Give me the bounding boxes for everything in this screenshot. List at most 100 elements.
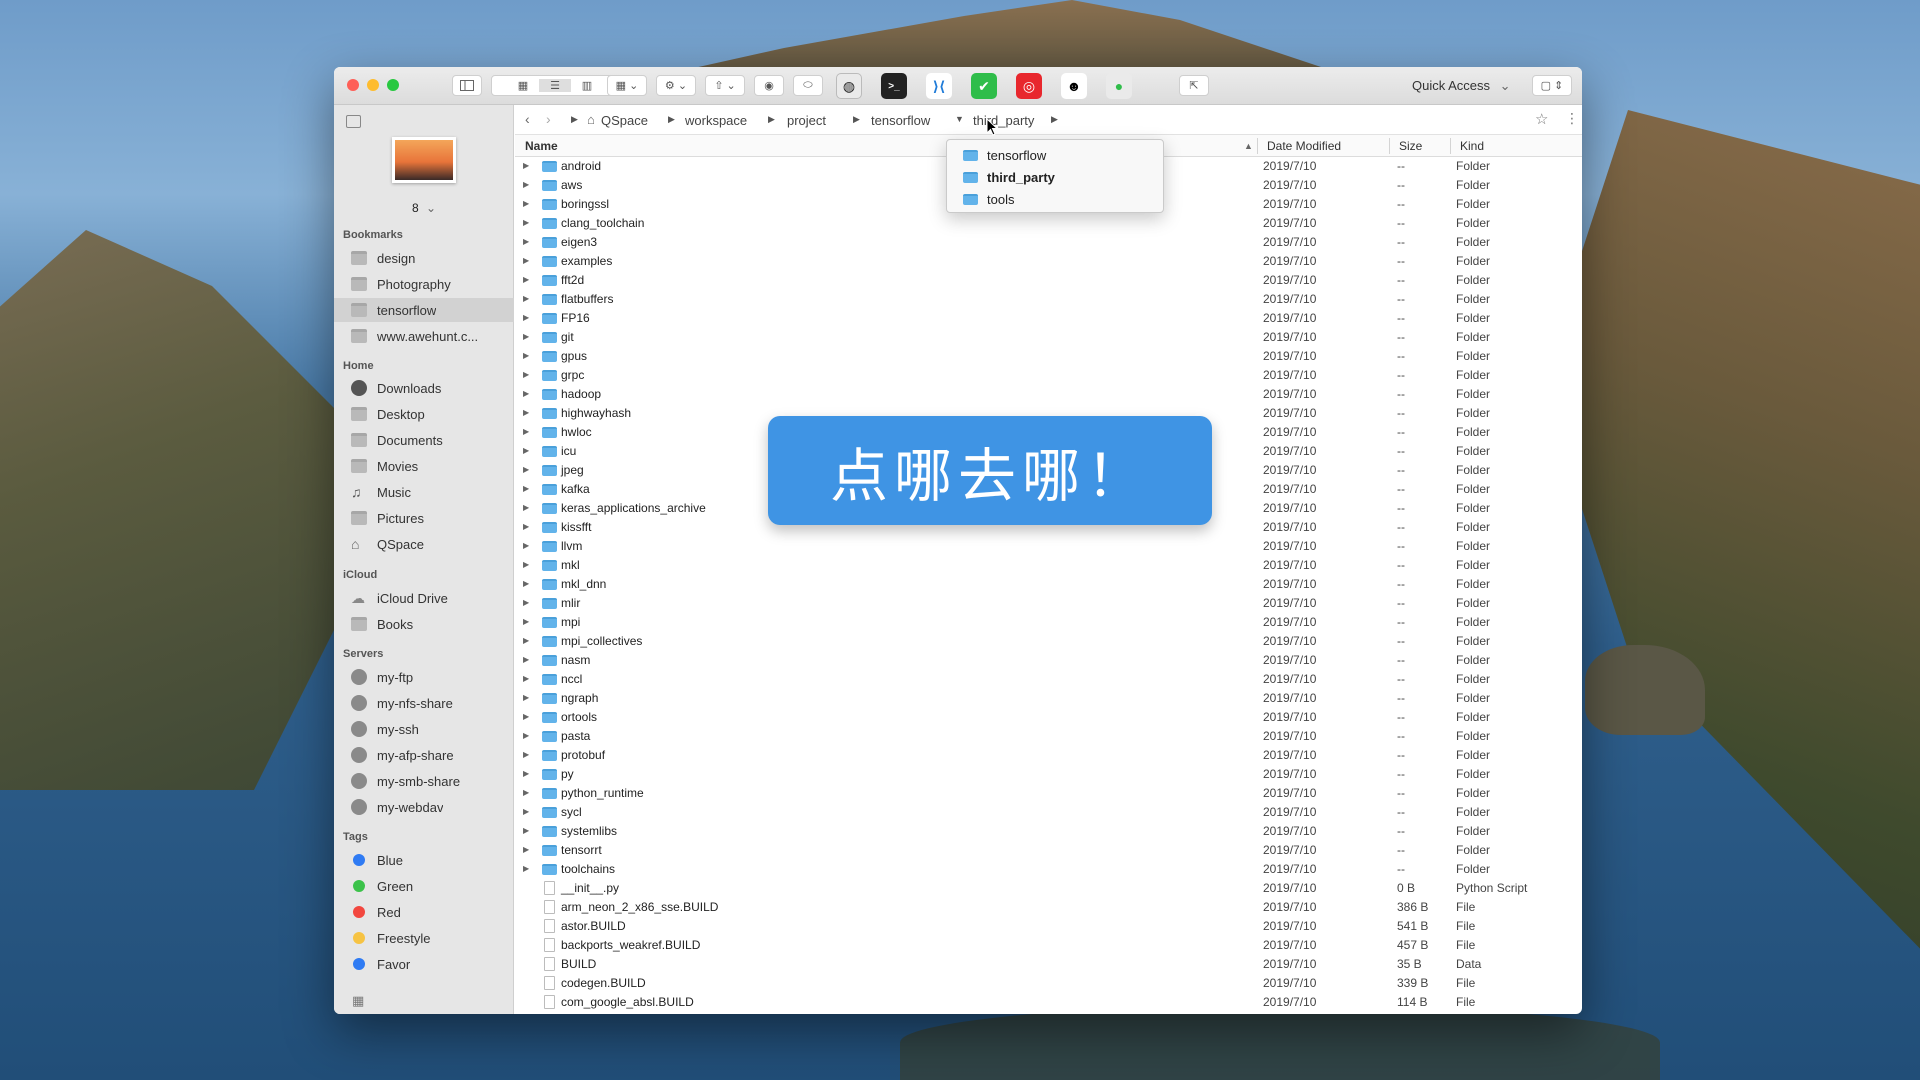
table-row[interactable]: ▶ mlir 2019/7/10 -- Folder — [515, 594, 1582, 613]
star-icon[interactable]: ☆ — [1535, 110, 1548, 128]
table-row[interactable]: ▶ git 2019/7/10 -- Folder — [515, 328, 1582, 347]
group-by-button[interactable]: ▦ ⌄ — [607, 75, 647, 96]
breadcrumb-qspace[interactable]: QSpace — [601, 113, 648, 128]
disclosure-triangle-icon[interactable]: ▶ — [523, 237, 529, 246]
table-row[interactable]: ▶ gpus 2019/7/10 -- Folder — [515, 347, 1582, 366]
disclosure-triangle-icon[interactable]: ▶ — [523, 199, 529, 208]
sidebar-item-tag-red[interactable]: Red — [334, 900, 514, 924]
disclosure-triangle-icon[interactable]: ▶ — [523, 560, 529, 569]
sidebar-item-desktop[interactable]: Desktop — [334, 402, 514, 426]
table-row[interactable]: codegen.BUILD 2019/7/10 339 B File — [515, 974, 1582, 993]
quick-access-menu[interactable]: Quick Access ⌄ — [1412, 78, 1511, 94]
disclosure-triangle-icon[interactable]: ▶ — [523, 484, 529, 493]
back-arrow-icon[interactable]: ‹ — [525, 111, 530, 127]
disclosure-triangle-icon[interactable]: ▶ — [523, 180, 529, 189]
checklist-app-icon[interactable]: ✔ — [971, 73, 997, 99]
path-dropdown-icon[interactable]: ▼ — [955, 114, 964, 124]
disclosure-triangle-icon[interactable]: ▶ — [523, 256, 529, 265]
disclosure-triangle-icon[interactable]: ▶ — [523, 427, 529, 436]
breadcrumb-third-party[interactable]: third_party — [973, 113, 1034, 128]
breadcrumb-workspace[interactable]: workspace — [685, 113, 747, 128]
sidebar-item-tensorflow[interactable]: tensorflow — [334, 298, 514, 322]
thumbnail-count[interactable]: 8 ⌄ — [412, 201, 436, 215]
disclosure-triangle-icon[interactable]: ▶ — [523, 465, 529, 474]
disclosure-triangle-icon[interactable]: ▶ — [523, 294, 529, 303]
sidebar-item-pictures[interactable]: Pictures — [334, 506, 514, 530]
close-window-button[interactable] — [347, 79, 359, 91]
sidebar-item-tag-favor[interactable]: Favor — [334, 952, 514, 976]
table-row[interactable]: astor.BUILD 2019/7/10 541 B File — [515, 917, 1582, 936]
share-button[interactable]: ⇧ ⌄ — [705, 75, 745, 96]
sidebar-item-tag-blue[interactable]: Blue — [334, 848, 514, 872]
terminal-app-icon[interactable]: >_ — [881, 73, 907, 99]
table-row[interactable]: ▶ ngraph 2019/7/10 -- Folder — [515, 689, 1582, 708]
disclosure-triangle-icon[interactable]: ▶ — [523, 769, 529, 778]
sidebar-item-movies[interactable]: Movies — [334, 454, 514, 478]
sidebar-item-documents[interactable]: Documents — [334, 428, 514, 452]
preview-pane-button[interactable]: ▢ ⇕ — [1532, 75, 1572, 96]
path-button[interactable]: ⇱ — [1179, 75, 1209, 96]
network-app-icon[interactable]: ◍ — [836, 73, 862, 99]
disclosure-triangle-icon[interactable]: ▶ — [523, 218, 529, 227]
disclosure-triangle-icon[interactable]: ▶ — [523, 522, 529, 531]
disclosure-triangle-icon[interactable]: ▶ — [523, 731, 529, 740]
sidebar-item-photography[interactable]: Photography — [334, 272, 514, 296]
table-row[interactable]: ▶ mkl 2019/7/10 -- Folder — [515, 556, 1582, 575]
sidebar-item-downloads[interactable]: Downloads — [334, 376, 514, 400]
table-row[interactable]: ▶ systemlibs 2019/7/10 -- Folder — [515, 822, 1582, 841]
table-row[interactable]: ▶ ortools 2019/7/10 -- Folder — [515, 708, 1582, 727]
table-row[interactable]: ▶ mpi 2019/7/10 -- Folder — [515, 613, 1582, 632]
disclosure-triangle-icon[interactable]: ▶ — [523, 750, 529, 759]
disclosure-triangle-icon[interactable]: ▶ — [523, 864, 529, 873]
disclosure-triangle-icon[interactable]: ▶ — [523, 503, 529, 512]
disclosure-triangle-icon[interactable]: ▶ — [523, 845, 529, 854]
column-header-kind[interactable]: Kind — [1460, 139, 1484, 153]
disclosure-triangle-icon[interactable]: ▶ — [523, 408, 529, 417]
forward-arrow-icon[interactable]: › — [546, 111, 551, 127]
column-header-size[interactable]: Size — [1399, 139, 1422, 153]
disclosure-triangle-icon[interactable]: ▶ — [523, 389, 529, 398]
dropdown-item-third-party[interactable]: third_party — [947, 166, 1163, 188]
table-row[interactable]: arm_neon_2_x86_sse.BUILD 2019/7/10 386 B Fi… — [515, 898, 1582, 917]
list-view-icon[interactable]: ☰ — [539, 79, 571, 92]
sidebar-item-qspace[interactable]: ⌂ QSpace — [334, 532, 514, 556]
sidebar-item-books[interactable]: Books — [334, 612, 514, 636]
breadcrumb-tensorflow[interactable]: tensorflow — [871, 113, 930, 128]
disclosure-triangle-icon[interactable]: ▶ — [523, 693, 529, 702]
table-row[interactable]: ▶ examples 2019/7/10 -- Folder — [515, 252, 1582, 271]
table-row[interactable]: ▶ grpc 2019/7/10 -- Folder — [515, 366, 1582, 385]
disclosure-triangle-icon[interactable]: ▶ — [523, 351, 529, 360]
table-row[interactable]: BUILD 2019/7/10 35 B Data — [515, 955, 1582, 974]
disclosure-triangle-icon[interactable]: ▶ — [523, 655, 529, 664]
table-row[interactable]: ▶ mpi_collectives 2019/7/10 -- Folder — [515, 632, 1582, 651]
table-row[interactable]: ▶ sycl 2019/7/10 -- Folder — [515, 803, 1582, 822]
table-row[interactable]: ▶ toolchains 2019/7/10 -- Folder — [515, 860, 1582, 879]
thumbnail-image[interactable] — [392, 137, 456, 183]
column-divider[interactable] — [1257, 138, 1258, 154]
dropdown-item-tensorflow[interactable]: tensorflow — [947, 144, 1163, 166]
disclosure-triangle-icon[interactable]: ▶ — [523, 674, 529, 683]
column-header-date[interactable]: Date Modified — [1267, 139, 1341, 153]
table-row[interactable]: __init__.py 2019/7/10 0 B Python Script — [515, 879, 1582, 898]
sidebar-toggle-icon[interactable] — [346, 115, 361, 128]
music-app-icon[interactable]: ◎ — [1016, 73, 1042, 99]
disclosure-triangle-icon[interactable]: ▶ — [523, 541, 529, 550]
table-row[interactable]: ▶ tensorrt 2019/7/10 -- Folder — [515, 841, 1582, 860]
sidebar-item-my-ssh[interactable]: my-ssh — [334, 717, 514, 741]
column-view-icon[interactable]: ▥ — [571, 79, 603, 92]
sidebar-item-design[interactable]: design — [334, 246, 514, 270]
zoom-window-button[interactable] — [387, 79, 399, 91]
tag-button[interactable]: ⬭ — [793, 75, 823, 96]
disclosure-triangle-icon[interactable]: ▶ — [523, 161, 529, 170]
table-row[interactable]: ▶ python_runtime 2019/7/10 -- Folder — [515, 784, 1582, 803]
sidebar-item-my-afp-share[interactable]: my-afp-share — [334, 743, 514, 767]
sidebar-item-tag-green[interactable]: Green — [334, 874, 514, 898]
table-row[interactable]: ▶ fft2d 2019/7/10 -- Folder — [515, 271, 1582, 290]
table-row[interactable]: ▶ protobuf 2019/7/10 -- Folder — [515, 746, 1582, 765]
sidebar-item-my-ftp[interactable]: my-ftp — [334, 665, 514, 689]
disclosure-triangle-icon[interactable]: ▶ — [523, 712, 529, 721]
table-row[interactable]: ▶ nccl 2019/7/10 -- Folder — [515, 670, 1582, 689]
table-row[interactable]: ▶ hadoop 2019/7/10 -- Folder — [515, 385, 1582, 404]
column-divider[interactable] — [1389, 138, 1390, 154]
table-row[interactable]: ▶ pasta 2019/7/10 -- Folder — [515, 727, 1582, 746]
